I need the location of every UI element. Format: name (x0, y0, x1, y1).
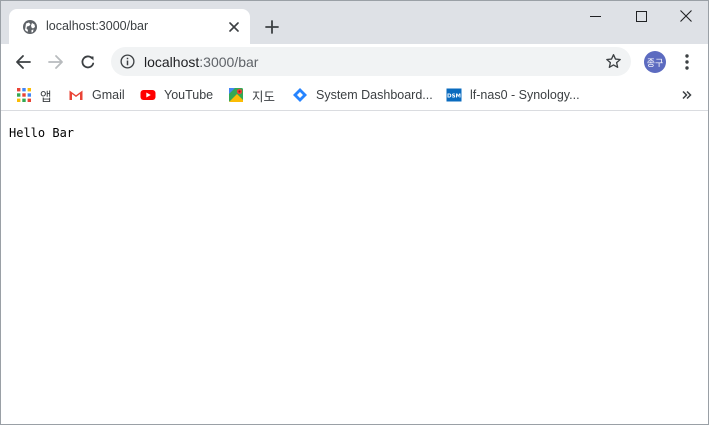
forward-button[interactable] (42, 48, 70, 76)
bookmark-label: 앱 (40, 89, 52, 104)
info-icon[interactable] (120, 54, 135, 69)
bookmarks-bar: 앱 Gmail YouTube 지도 System Dashboard... D… (1, 80, 708, 111)
arrow-left-icon (16, 55, 31, 69)
more-vert-icon (685, 54, 689, 70)
globe-icon (23, 20, 37, 34)
back-button[interactable] (9, 48, 37, 76)
url-host: localhost (144, 54, 200, 70)
toolbar: localhost:3000/bar 종구 (1, 44, 708, 80)
window-close-button[interactable] (663, 1, 708, 31)
jira-diamond-icon (293, 88, 307, 102)
reload-icon (81, 55, 95, 69)
bookmark-maps[interactable]: 지도 (228, 85, 275, 105)
url-text[interactable]: localhost:3000/bar (144, 54, 258, 70)
bookmark-star-icon[interactable] (605, 53, 622, 70)
tab-active[interactable]: localhost:3000/bar (9, 9, 250, 44)
page-content: Hello Bar (1, 112, 708, 424)
address-bar[interactable]: localhost:3000/bar (111, 47, 631, 76)
close-icon (229, 22, 239, 32)
browser-menu-button[interactable] (677, 50, 697, 74)
apps-grid-icon (17, 88, 31, 102)
window-minimize-button[interactable] (572, 1, 618, 31)
maps-icon (229, 88, 243, 102)
bookmark-apps[interactable]: 앱 (16, 85, 52, 105)
bookmark-gmail[interactable]: Gmail (68, 85, 125, 105)
bookmarks-overflow-button[interactable] (678, 86, 696, 104)
svg-text:DSM: DSM (447, 94, 461, 100)
tab-strip: localhost:3000/bar (1, 1, 708, 44)
youtube-icon (140, 90, 156, 100)
bookmark-synology[interactable]: DSM lf-nas0 - Synology... (446, 85, 580, 105)
tab-title: localhost:3000/bar (46, 19, 149, 33)
bookmark-label: YouTube (164, 88, 214, 102)
bookmark-system-dashboard[interactable]: System Dashboard... (292, 85, 433, 105)
page-body-text: Hello Bar (9, 126, 75, 140)
dsm-icon: DSM (446, 88, 462, 102)
gmail-icon (69, 90, 83, 100)
close-icon (680, 10, 692, 22)
bookmark-label: 지도 (252, 89, 276, 104)
plus-icon (265, 20, 279, 34)
arrow-right-icon (48, 55, 63, 69)
profile-avatar[interactable]: 종구 (644, 51, 666, 73)
url-path: :3000/bar (199, 54, 259, 70)
browser-window: localhost:3000/bar localhost:3000/bar 종구… (0, 0, 709, 425)
bookmark-label: Gmail (92, 88, 125, 102)
minimize-icon (589, 15, 601, 17)
window-maximize-button[interactable] (618, 1, 664, 31)
tab-close-button[interactable] (225, 18, 243, 36)
bookmark-label: lf-nas0 - Synology... (470, 88, 580, 102)
bookmark-youtube[interactable]: YouTube (140, 85, 213, 105)
reload-button[interactable] (74, 48, 102, 76)
new-tab-button[interactable] (261, 16, 283, 38)
double-chevron-right-icon (682, 90, 692, 100)
bookmark-label: System Dashboard... (316, 88, 433, 102)
maximize-icon (635, 10, 647, 22)
